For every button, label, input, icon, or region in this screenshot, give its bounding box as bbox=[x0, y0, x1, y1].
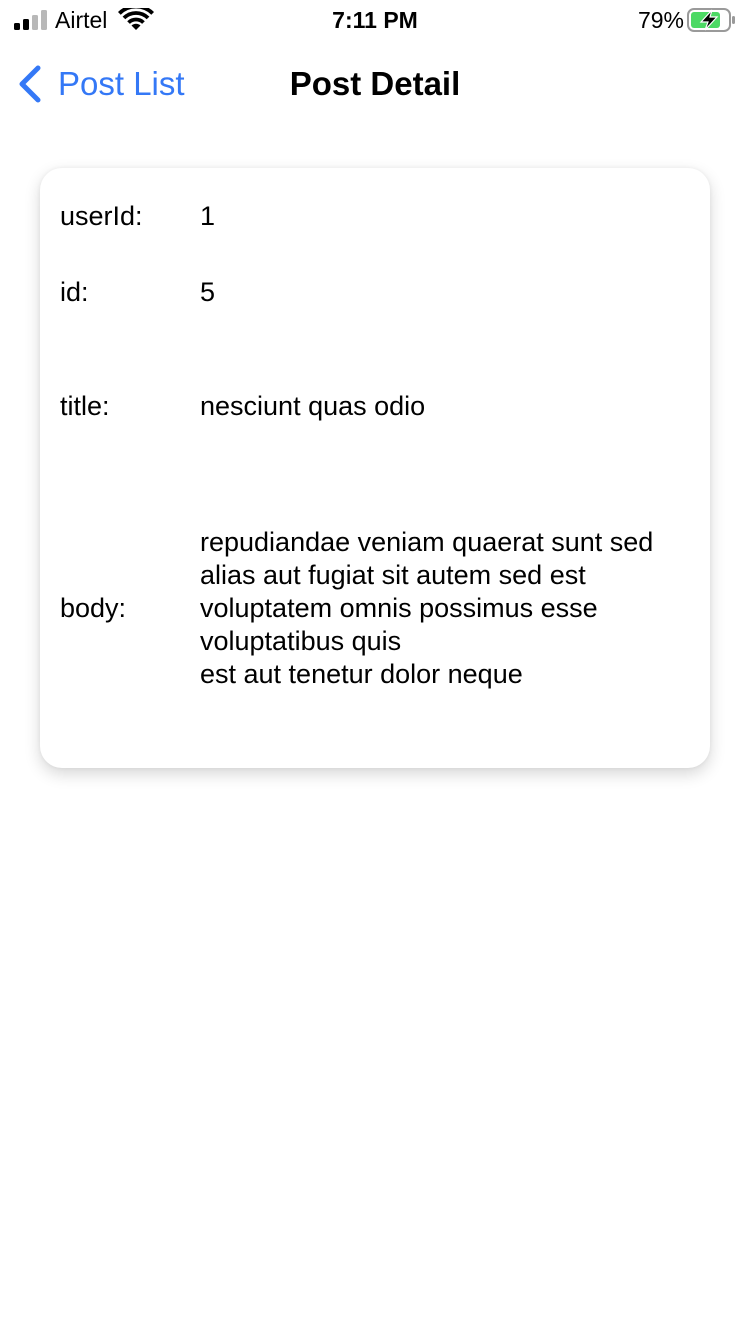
battery-percentage: 79% bbox=[637, 7, 684, 33]
post-body-label: body: bbox=[60, 593, 127, 623]
status-bar: Airtel 7:11 PM 79% bbox=[0, 0, 750, 40]
post-id-row: id: 5 bbox=[60, 276, 690, 309]
post-id-value: 5 bbox=[200, 277, 216, 307]
post-title-label: title: bbox=[60, 391, 110, 421]
battery-charging-icon bbox=[687, 8, 735, 32]
post-title-value: nesciunt quas odio bbox=[200, 391, 426, 421]
post-body-row: body: repudiandae veniam quaerat sunt se… bbox=[60, 526, 690, 691]
user-id-label: userId: bbox=[60, 201, 143, 231]
page-title: Post Detail bbox=[289, 65, 461, 102]
post-id-label: id: bbox=[60, 277, 89, 307]
post-body-value: repudiandae veniam quaerat sunt sed alia… bbox=[200, 527, 654, 689]
user-id-row: userId: 1 bbox=[60, 200, 690, 233]
navigation-bar: Post List Post Detail bbox=[0, 40, 750, 128]
post-detail-card: userId: 1 id: 5 title: nesciunt quas odi… bbox=[40, 168, 710, 768]
user-id-value: 1 bbox=[200, 201, 216, 231]
post-title-row: title: nesciunt quas odio bbox=[60, 390, 690, 423]
